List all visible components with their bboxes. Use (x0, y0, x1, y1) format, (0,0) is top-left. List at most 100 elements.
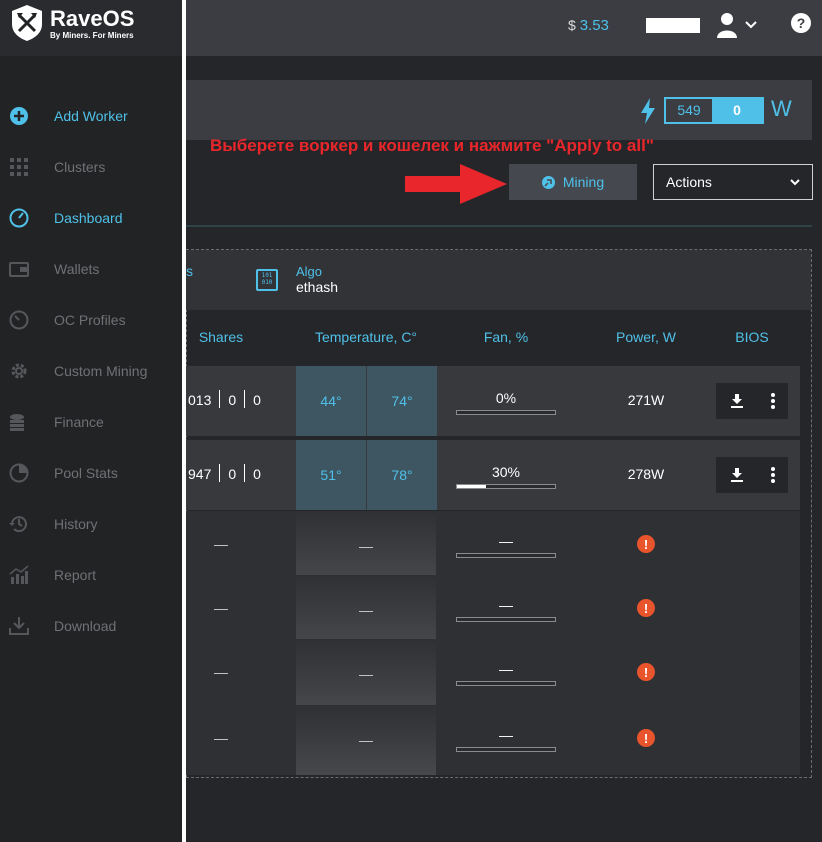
fan-cell: 0% (456, 390, 556, 415)
fan-bar (456, 617, 556, 622)
memory-temp: 78° (367, 440, 437, 510)
shares-empty: — (214, 664, 228, 680)
gpu-row-offline[interactable]: — — — ! (186, 575, 800, 645)
power-value: 549 (666, 99, 712, 122)
warning-icon: ! (637, 663, 655, 681)
algo-label: Algo (296, 264, 323, 279)
instruction-annotation: Выберете воркер и кошелек и нажмите "App… (210, 136, 654, 155)
more-vertical-icon[interactable] (770, 393, 775, 409)
balance-value: 3.53 (579, 17, 609, 34)
power-value-cell: 278W (627, 466, 665, 482)
fan-empty: — (499, 727, 513, 743)
sidebar-item-label: Finance (54, 414, 104, 430)
fan-bar (456, 747, 556, 752)
chart-icon (9, 565, 29, 584)
chevron-down-icon (790, 179, 800, 186)
temp-empty: — (296, 639, 436, 709)
power-bolt-icon (641, 98, 655, 124)
sidebar-item-label: OC Profiles (54, 312, 126, 328)
download-icon (9, 617, 29, 635)
power-counter: 549 0 (664, 97, 764, 124)
fan-cell: — (456, 661, 556, 686)
shares-rejected: 0 (228, 392, 237, 408)
shares-accepted: 013 (188, 392, 212, 408)
red-arrow-icon (405, 164, 507, 204)
bios-actions (716, 383, 788, 419)
user-menu-icon[interactable] (717, 12, 757, 38)
sidebar-item-oc-profiles[interactable]: OC Profiles (0, 300, 182, 340)
sidebar-item-label: Dashboard (54, 210, 123, 226)
sidebar-item-pool-stats[interactable]: Pool Stats (0, 453, 182, 493)
warning-icon: ! (637, 729, 655, 747)
sidebar-item-download[interactable]: Download (0, 606, 182, 646)
sidebar-item-dashboard[interactable]: Dashboard (0, 198, 182, 238)
gpu-row-offline[interactable]: — — — ! (186, 705, 800, 775)
memory-temp: 74° (367, 366, 437, 436)
logo[interactable]: RaveOS By Miners. For Miners (10, 4, 134, 42)
shares-invalid: 0 (253, 392, 261, 408)
sidebar-item-clusters[interactable]: Clusters (0, 147, 182, 187)
wallet-icon (9, 262, 29, 277)
actions-dropdown[interactable]: Actions (653, 164, 813, 200)
divider (186, 225, 812, 227)
sidebar-item-custom-mining[interactable]: Custom Mining (0, 351, 182, 391)
fan-empty: — (499, 661, 513, 677)
gpu-row[interactable]: 013 0 0 44° 74° 0% 271W (186, 366, 800, 436)
sidebar-item-finance[interactable]: Finance (0, 402, 182, 442)
help-icon[interactable]: ? (790, 12, 812, 34)
gpu-row[interactable]: 947 0 0 51° 78° 30% 278W (186, 440, 800, 510)
pie-icon (9, 463, 29, 483)
shares-empty: — (214, 536, 228, 552)
sidebar-item-label: Download (54, 618, 117, 634)
svg-text:?: ? (797, 15, 806, 31)
rocket-icon (541, 175, 555, 189)
shares-empty: — (214, 600, 228, 616)
header-power: Power, W (616, 329, 676, 345)
card-tab-partial[interactable]: s (186, 263, 193, 279)
sidebar: RaveOS By Miners. For Miners Add Worker … (0, 0, 186, 842)
sidebar-item-label: History (54, 516, 98, 532)
header-temperature: Temperature, C° (314, 329, 418, 345)
fan-empty: — (499, 597, 513, 613)
sidebar-item-history[interactable]: History (0, 504, 182, 544)
header-bios: BIOS (735, 329, 769, 345)
shares-rejected: 0 (228, 466, 237, 482)
fan-cell: 30% (456, 464, 556, 489)
gpu-row-offline[interactable]: — — — ! (186, 639, 800, 709)
currency-symbol: $ (568, 17, 576, 33)
username-redacted[interactable] (646, 18, 700, 33)
sidebar-item-add-worker[interactable]: Add Worker (0, 96, 182, 136)
more-vertical-icon[interactable] (770, 467, 775, 483)
balance: $ 3.53 (568, 17, 609, 34)
sidebar-item-wallets[interactable]: Wallets (0, 249, 182, 289)
power-unit: W (771, 96, 792, 121)
binary-icon: 101 010 (256, 269, 278, 291)
mining-button[interactable]: Mining (509, 164, 637, 200)
temp-empty: — (296, 511, 436, 581)
download-bios-icon[interactable] (730, 394, 744, 408)
sidebar-item-label: Pool Stats (54, 465, 118, 481)
brand-tagline: By Miners. For Miners (50, 30, 134, 40)
core-temp: 51° (296, 440, 366, 510)
temp-empty: — (296, 705, 436, 775)
power-delta: 0 (712, 99, 762, 122)
warning-icon: ! (637, 535, 655, 553)
warning-icon: ! (637, 599, 655, 617)
coins-icon (10, 414, 24, 431)
fan-cell: — (456, 727, 556, 752)
fan-empty: — (499, 533, 513, 549)
fan-bar (456, 410, 556, 415)
raveos-logo-icon (12, 5, 42, 41)
sidebar-item-report[interactable]: Report (0, 555, 182, 595)
gpu-row-offline[interactable]: — — — ! (186, 511, 800, 581)
sidebar-item-label: Report (54, 567, 97, 583)
shares-empty: — (214, 730, 228, 746)
algo-value: ethash (296, 279, 339, 295)
shares-cell: 947 0 0 (188, 464, 261, 482)
sidebar-item-label: Clusters (54, 159, 106, 175)
fan-value: 0% (495, 390, 517, 406)
mining-button-label: Mining (562, 174, 605, 190)
sidebar-item-label: Wallets (54, 261, 100, 277)
download-bios-icon[interactable] (730, 468, 744, 482)
history-icon (9, 516, 27, 533)
